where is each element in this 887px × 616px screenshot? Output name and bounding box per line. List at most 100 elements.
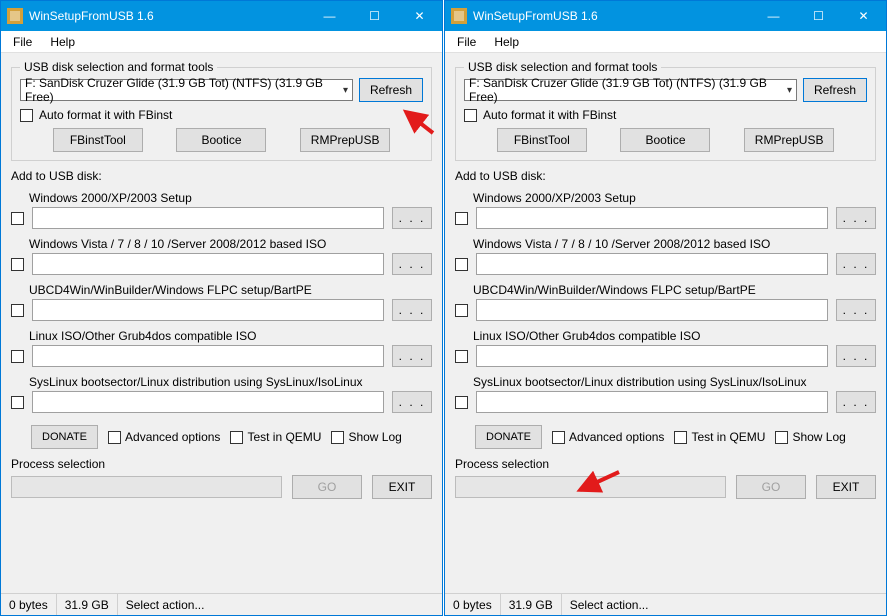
rmprepusb-button[interactable]: RMPrepUSB — [300, 128, 390, 152]
test-qemu-label: Test in QEMU — [247, 430, 321, 444]
status-size: 31.9 GB — [57, 594, 118, 615]
add-item-checkbox[interactable] — [455, 304, 468, 317]
window-title: WinSetupFromUSB 1.6 — [473, 9, 751, 23]
browse-button[interactable]: . . . — [836, 253, 876, 275]
status-bytes: 0 bytes — [1, 594, 57, 615]
add-item-0: Windows 2000/XP/2003 Setup . . . — [29, 191, 432, 229]
add-item-path-input[interactable] — [476, 391, 828, 413]
refresh-button[interactable]: Refresh — [359, 78, 423, 102]
add-item-1: Windows Vista / 7 / 8 / 10 /Server 2008/… — [473, 237, 876, 275]
test-qemu-label: Test in QEMU — [691, 430, 765, 444]
test-qemu-checkbox[interactable]: Test in QEMU — [674, 430, 765, 444]
menu-file[interactable]: File — [449, 33, 484, 51]
browse-button[interactable]: . . . — [836, 391, 876, 413]
add-item-3: Linux ISO/Other Grub4dos compatible ISO … — [29, 329, 432, 367]
checkbox-icon — [775, 431, 788, 444]
minimize-button[interactable]: — — [751, 1, 796, 31]
add-item-path-input[interactable] — [476, 253, 828, 275]
add-item-checkbox[interactable] — [11, 350, 24, 363]
add-item-path-input[interactable] — [32, 207, 384, 229]
browse-button[interactable]: . . . — [392, 345, 432, 367]
show-log-checkbox[interactable]: Show Log — [331, 430, 401, 444]
checkbox-icon — [230, 431, 243, 444]
menu-help[interactable]: Help — [42, 33, 83, 51]
add-item-label: Windows Vista / 7 / 8 / 10 /Server 2008/… — [473, 237, 876, 251]
add-item-checkbox[interactable] — [11, 396, 24, 409]
add-item-path-input[interactable] — [32, 253, 384, 275]
autoformat-checkbox[interactable]: Auto format it with FBinst — [464, 108, 867, 122]
show-log-label: Show Log — [792, 430, 845, 444]
menubar: File Help — [1, 31, 442, 53]
advanced-options-checkbox[interactable]: Advanced options — [552, 430, 664, 444]
fbinst-tool-button[interactable]: FBinstTool — [53, 128, 143, 152]
checkbox-icon — [464, 109, 477, 122]
lower-row: DONATE Advanced options Test in QEMU Sho… — [455, 425, 876, 449]
window-title: WinSetupFromUSB 1.6 — [29, 9, 307, 23]
add-item-checkbox[interactable] — [455, 396, 468, 409]
drive-select[interactable]: F: SanDisk Cruzer Glide (31.9 GB Tot) (N… — [464, 79, 797, 101]
add-item-label: Windows 2000/XP/2003 Setup — [29, 191, 432, 205]
autoformat-label: Auto format it with FBinst — [483, 108, 616, 122]
menubar: File Help — [445, 31, 886, 53]
bootice-button[interactable]: Bootice — [176, 128, 266, 152]
exit-button[interactable]: EXIT — [372, 475, 432, 499]
add-item-path-input[interactable] — [32, 345, 384, 367]
show-log-checkbox[interactable]: Show Log — [775, 430, 845, 444]
test-qemu-checkbox[interactable]: Test in QEMU — [230, 430, 321, 444]
add-item-checkbox[interactable] — [455, 258, 468, 271]
add-item-checkbox[interactable] — [455, 350, 468, 363]
go-button[interactable]: GO — [292, 475, 362, 499]
browse-button[interactable]: . . . — [392, 299, 432, 321]
donate-button[interactable]: DONATE — [475, 425, 542, 449]
add-item-path-input[interactable] — [32, 299, 384, 321]
maximize-button[interactable]: ☐ — [796, 1, 841, 31]
advanced-options-checkbox[interactable]: Advanced options — [108, 430, 220, 444]
browse-button[interactable]: . . . — [392, 207, 432, 229]
app-window-right: WinSetupFromUSB 1.6 — ☐ ✕ File Help USB … — [444, 0, 887, 616]
add-item-label: Linux ISO/Other Grub4dos compatible ISO — [29, 329, 432, 343]
add-item-checkbox[interactable] — [11, 258, 24, 271]
checkbox-icon — [108, 431, 121, 444]
titlebar[interactable]: WinSetupFromUSB 1.6 — ☐ ✕ — [1, 1, 442, 31]
maximize-button[interactable]: ☐ — [352, 1, 397, 31]
autoformat-checkbox[interactable]: Auto format it with FBinst — [20, 108, 423, 122]
browse-button[interactable]: . . . — [836, 299, 876, 321]
progress-bar — [455, 476, 726, 498]
rmprepusb-button[interactable]: RMPrepUSB — [744, 128, 834, 152]
add-item-path-input[interactable] — [476, 299, 828, 321]
browse-button[interactable]: . . . — [836, 345, 876, 367]
exit-button[interactable]: EXIT — [816, 475, 876, 499]
bootice-button[interactable]: Bootice — [620, 128, 710, 152]
add-item-label: Linux ISO/Other Grub4dos compatible ISO — [473, 329, 876, 343]
close-button[interactable]: ✕ — [841, 1, 886, 31]
checkbox-icon — [674, 431, 687, 444]
add-item-path-input[interactable] — [32, 391, 384, 413]
drive-select[interactable]: F: SanDisk Cruzer Glide (31.9 GB Tot) (N… — [20, 79, 353, 101]
refresh-button[interactable]: Refresh — [803, 78, 867, 102]
checkbox-icon — [20, 109, 33, 122]
browse-button[interactable]: . . . — [836, 207, 876, 229]
donate-button[interactable]: DONATE — [31, 425, 98, 449]
process-section: Process selection GO EXIT — [11, 457, 432, 499]
checkbox-icon — [552, 431, 565, 444]
go-button[interactable]: GO — [736, 475, 806, 499]
menu-file[interactable]: File — [5, 33, 40, 51]
add-item-checkbox[interactable] — [11, 212, 24, 225]
add-item-path-input[interactable] — [476, 345, 828, 367]
add-item-checkbox[interactable] — [455, 212, 468, 225]
client-area: USB disk selection and format tools F: S… — [445, 53, 886, 593]
add-item-4: SysLinux bootsector/Linux distribution u… — [29, 375, 432, 413]
add-item-3: Linux ISO/Other Grub4dos compatible ISO … — [473, 329, 876, 367]
checkbox-icon — [331, 431, 344, 444]
close-button[interactable]: ✕ — [397, 1, 442, 31]
add-item-checkbox[interactable] — [11, 304, 24, 317]
browse-button[interactable]: . . . — [392, 391, 432, 413]
titlebar[interactable]: WinSetupFromUSB 1.6 — ☐ ✕ — [445, 1, 886, 31]
menu-help[interactable]: Help — [486, 33, 527, 51]
browse-button[interactable]: . . . — [392, 253, 432, 275]
drive-select-value: F: SanDisk Cruzer Glide (31.9 GB Tot) (N… — [469, 76, 787, 104]
add-item-path-input[interactable] — [476, 207, 828, 229]
minimize-button[interactable]: — — [307, 1, 352, 31]
show-log-label: Show Log — [348, 430, 401, 444]
fbinst-tool-button[interactable]: FBinstTool — [497, 128, 587, 152]
